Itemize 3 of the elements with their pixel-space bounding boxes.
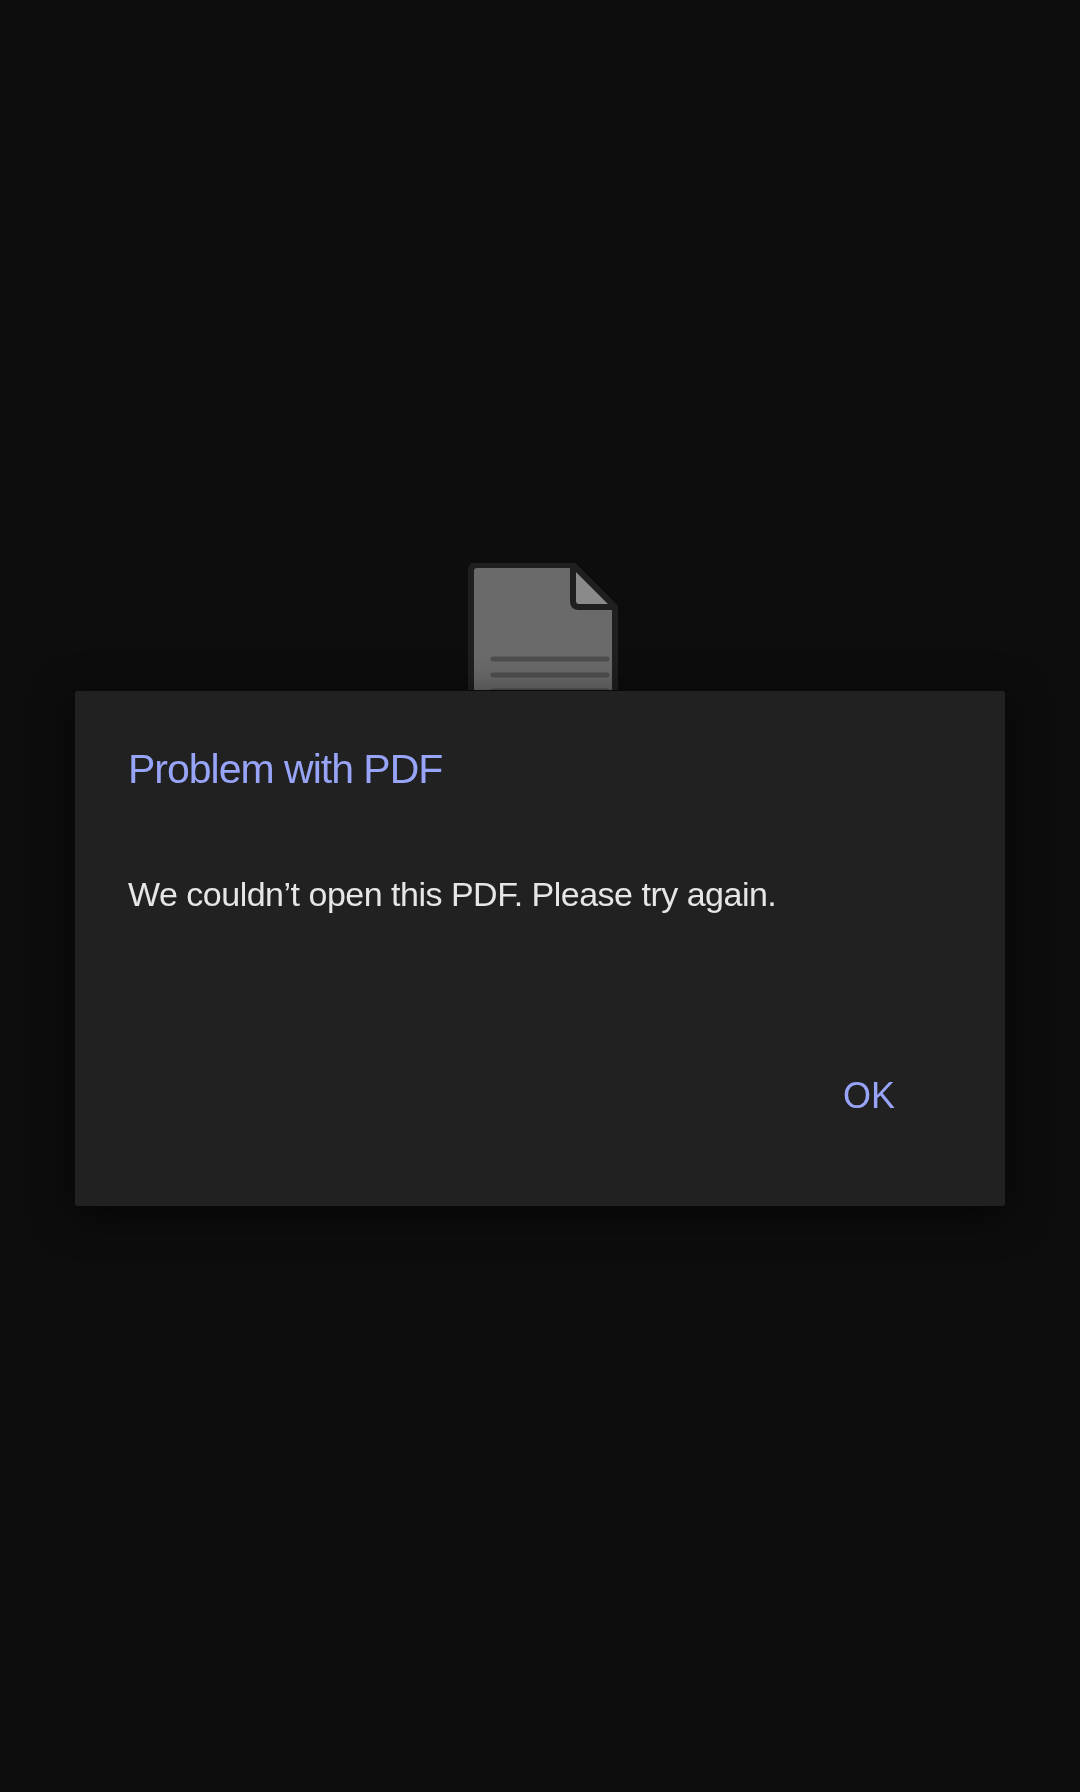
ok-button[interactable]: OK	[829, 1067, 909, 1125]
dialog-title: Problem with PDF	[128, 745, 443, 794]
dialog-message: We couldn’t open this PDF. Please try again.	[128, 874, 777, 915]
